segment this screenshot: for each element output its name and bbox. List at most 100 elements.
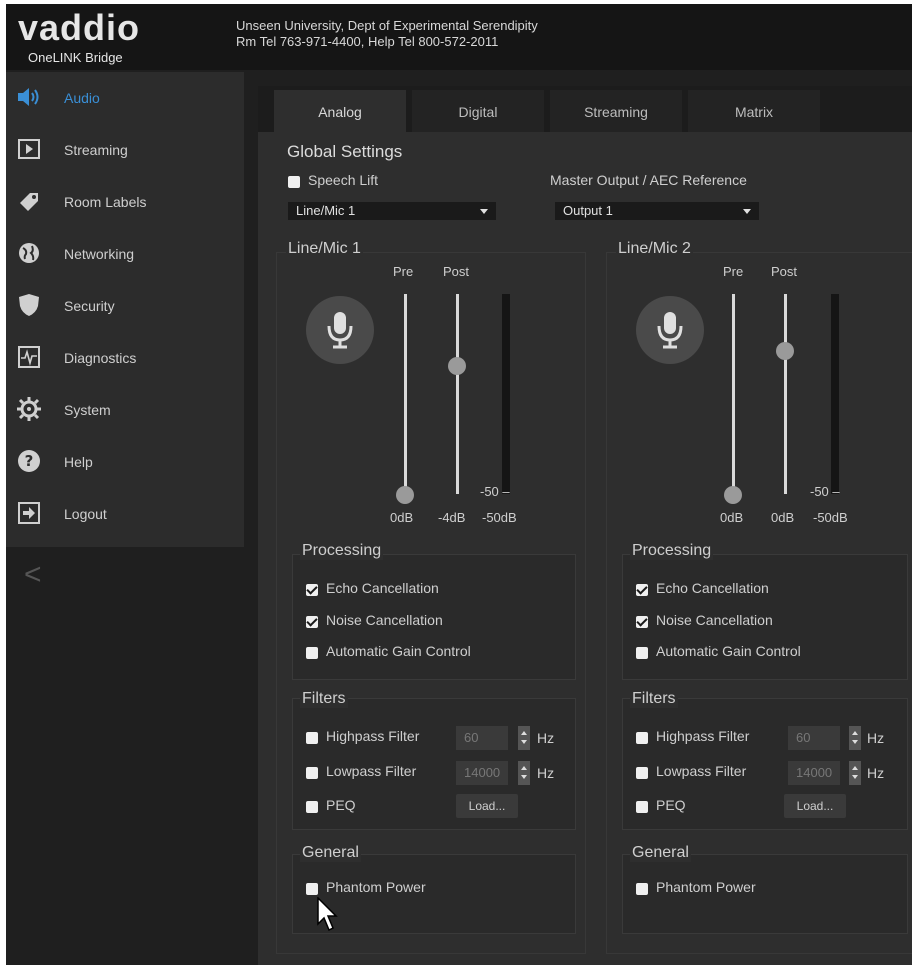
sidebar-item-networking[interactable]: Networking [6,228,244,280]
tab-matrix[interactable]: Matrix [688,90,820,132]
sidebar-item-room-labels[interactable]: Room Labels [6,176,244,228]
noise-cancellation-checkbox[interactable] [306,616,318,628]
post-gain-slider-track[interactable] [784,294,787,494]
app-window: vaddio OneLINK Bridge Unseen University,… [6,4,912,965]
echo-cancellation-checkbox[interactable] [636,584,648,596]
noise-cancellation-label: Noise Cancellation [656,612,773,628]
filters-title: Filters [630,690,678,708]
sidebar-item-label: Room Labels [64,194,147,210]
highpass-unit: Hz [537,730,555,746]
sidebar-item-diagnostics[interactable]: Diagnostics [6,332,244,384]
mic-mute-button[interactable] [636,296,704,364]
agc-checkbox[interactable] [306,647,318,659]
post-label: Post [771,264,798,279]
pre-gain-slider-handle[interactable] [724,486,742,504]
microphone-icon [657,312,683,349]
sidebar-item-security[interactable]: Security [6,280,244,332]
play-icon [16,136,42,162]
post-gain-value: 0dB [771,510,795,525]
highpass-checkbox[interactable] [636,732,648,744]
svg-text:?: ? [25,452,34,470]
brand-logo[interactable]: vaddio OneLINK Bridge [18,8,218,68]
lowpass-label: Lowpass Filter [326,763,417,779]
sidebar-item-streaming[interactable]: Streaming [6,124,244,176]
help-icon: ? [16,448,42,474]
peq-checkbox[interactable] [636,801,648,813]
filters-title: Filters [300,690,348,708]
noise-cancellation-label: Noise Cancellation [326,612,443,628]
highpass-stepper[interactable] [518,726,530,750]
general-title: General [300,844,361,862]
sidebar: Audio Streaming Room Labels Networking S… [6,72,244,547]
meter-mark: -50 – [810,484,840,499]
phantom-power-checkbox[interactable] [306,883,318,895]
peq-label: PEQ [656,797,686,813]
speech-lift-checkbox[interactable] [288,176,300,188]
agc-label: Automatic Gain Control [326,643,471,659]
tab-digital[interactable]: Digital [412,90,544,132]
product-name: OneLINK Bridge [28,50,123,65]
lowpass-checkbox[interactable] [306,767,318,779]
sidebar-item-help[interactable]: ? Help [6,436,244,488]
highpass-checkbox[interactable] [306,732,318,744]
noise-cancellation-checkbox[interactable] [636,616,648,628]
phantom-power-checkbox[interactable] [636,883,648,895]
brand-name: vaddio [18,7,141,48]
org-name: Unseen University, Dept of Experimental … [236,18,538,33]
lowpass-label: Lowpass Filter [656,763,747,779]
peq-load-button[interactable]: Load... [456,794,518,818]
peq-checkbox[interactable] [306,801,318,813]
level-meter [502,294,510,494]
main-panel: Analog Digital Streaming Matrix Global S… [258,86,912,965]
tab-streaming[interactable]: Streaming [550,90,682,132]
master-output-select[interactable]: Output 1 [555,202,759,220]
peq-load-button[interactable]: Load... [784,794,846,818]
tab-analog[interactable]: Analog [274,90,406,132]
post-gain-slider-track[interactable] [456,294,459,494]
processing-title: Processing [300,542,384,560]
pre-label: Pre [723,264,744,279]
highpass-input[interactable]: 60 [456,726,508,750]
echo-cancellation-checkbox[interactable] [306,584,318,596]
lowpass-input[interactable]: 14000 [788,761,840,785]
globe-icon [16,240,42,266]
highpass-input[interactable]: 60 [788,726,840,750]
highpass-stepper[interactable] [849,726,861,750]
level-meter [831,294,839,494]
tab-bar: Analog Digital Streaming Matrix [258,86,912,132]
lowpass-unit: Hz [537,765,555,781]
echo-cancellation-label: Echo Cancellation [656,580,769,596]
agc-checkbox[interactable] [636,647,648,659]
lowpass-input[interactable]: 14000 [456,761,508,785]
room-info: Unseen University, Dept of Experimental … [236,18,538,50]
lowpass-stepper[interactable] [849,761,861,785]
tag-icon [16,188,42,214]
sidebar-item-label: Security [64,298,115,314]
analog-settings: Global Settings Speech Lift Line/Mic 1 M… [258,132,912,965]
pre-gain-slider-track[interactable] [404,294,407,494]
sidebar-item-audio[interactable]: Audio [6,72,244,124]
sidebar-item-logout[interactable]: Logout [6,488,244,540]
post-gain-slider-handle[interactable] [448,357,466,375]
pre-label: Pre [393,264,414,279]
phone-numbers: Rm Tel 763-971-4400, Help Tel 800-572-20… [236,34,499,49]
collapse-sidebar-button[interactable]: < [24,560,42,590]
sidebar-item-label: Help [64,454,93,470]
highpass-label: Highpass Filter [326,728,420,744]
pulse-icon [16,344,42,370]
lowpass-stepper[interactable] [518,761,530,785]
speech-lift-select[interactable]: Line/Mic 1 [288,202,496,220]
sidebar-item-system[interactable]: System [6,384,244,436]
phantom-power-label: Phantom Power [656,879,756,895]
mic-mute-button[interactable] [306,296,374,364]
lowpass-checkbox[interactable] [636,767,648,779]
post-label: Post [443,264,470,279]
pre-gain-slider-handle[interactable] [396,486,414,504]
channel-title: Line/Mic 2 [616,240,693,258]
post-gain-slider-handle[interactable] [776,342,794,360]
pre-gain-slider-track[interactable] [732,294,735,494]
channel-title: Line/Mic 1 [286,240,363,258]
phantom-power-label: Phantom Power [326,879,426,895]
highpass-unit: Hz [867,730,885,746]
microphone-icon [327,312,353,349]
